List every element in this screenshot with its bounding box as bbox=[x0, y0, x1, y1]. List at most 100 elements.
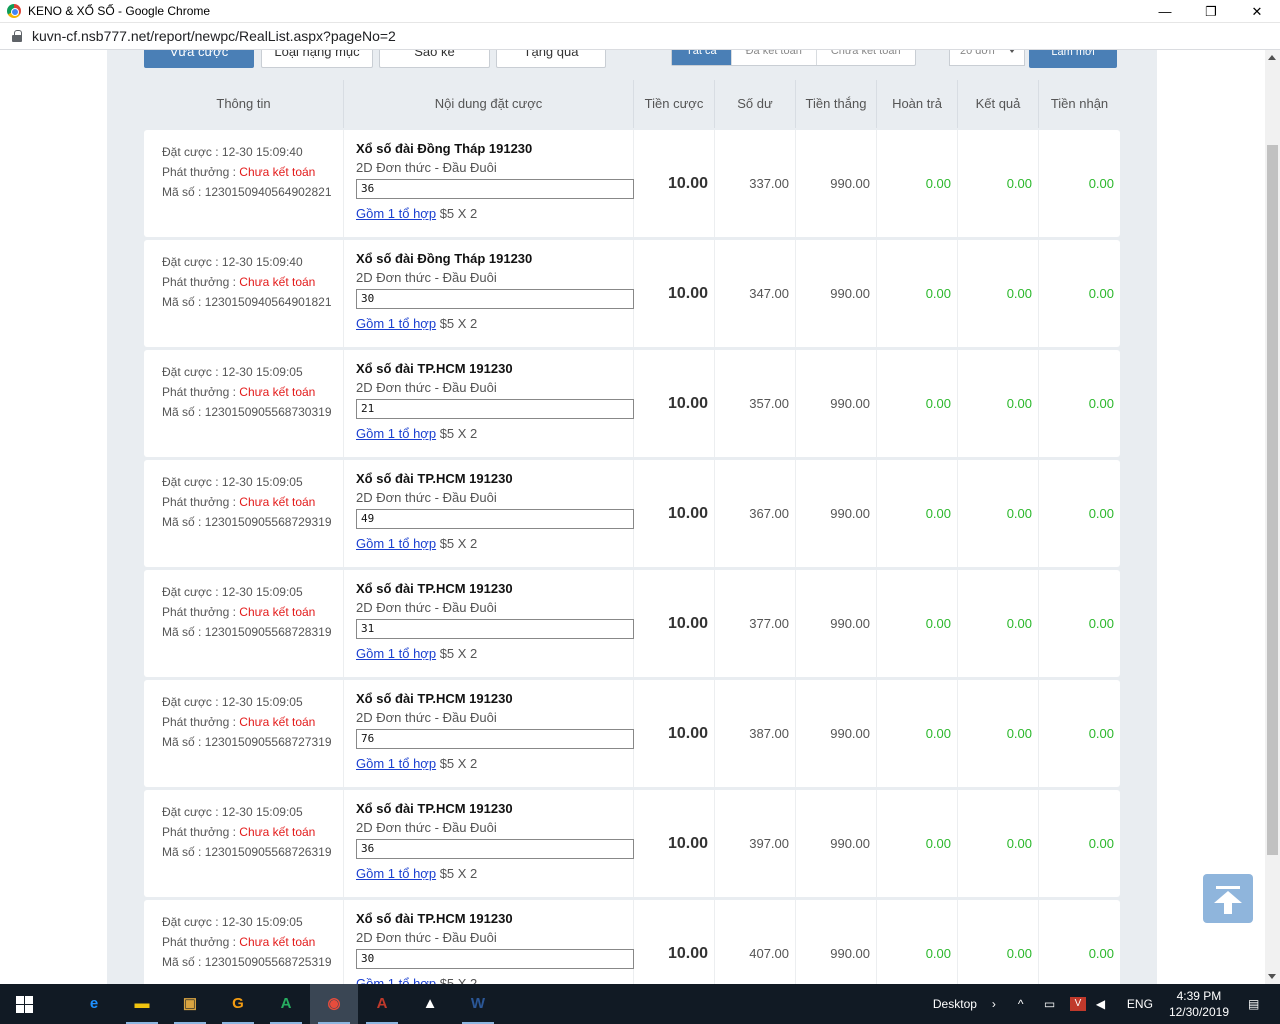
taskbar-app[interactable]: ◉ bbox=[310, 984, 358, 1024]
bet-number-box: 21 bbox=[356, 399, 634, 419]
window-title: KENO & XỔ SỐ - Google Chrome bbox=[28, 4, 211, 18]
desktop-toolbar[interactable]: Desktop bbox=[933, 997, 977, 1011]
network-icon[interactable]: ▭ bbox=[1044, 997, 1060, 1011]
win-amount: 990.00 bbox=[796, 900, 877, 984]
back-to-top-button[interactable] bbox=[1203, 874, 1253, 923]
combo-line: Gồm 1 tổ hợp $5 X 2 bbox=[356, 206, 633, 221]
statement-button[interactable]: Sao kê bbox=[379, 50, 490, 68]
bet-time: 12-30 15:09:05 bbox=[221, 695, 303, 709]
start-button[interactable] bbox=[0, 984, 48, 1024]
combo-link[interactable]: Gồm 1 tổ hợp bbox=[356, 206, 436, 221]
file-explorer-icon: ▬ bbox=[134, 995, 150, 1012]
col-content: Nội dung đặt cược bbox=[344, 80, 634, 128]
refresh-button[interactable]: Làm mới bbox=[1029, 50, 1117, 68]
payout-line: Phát thưởng : Chưa kết toán bbox=[162, 382, 343, 402]
received-amount: 0.00 bbox=[1088, 726, 1114, 741]
filter-settled[interactable]: Đã kết toán bbox=[732, 50, 817, 65]
balance: 397.00 bbox=[715, 790, 796, 897]
page-size-select[interactable]: 20 đơn bbox=[949, 50, 1025, 66]
scroll-thumb[interactable] bbox=[1267, 145, 1278, 855]
taskbar-app[interactable]: ▲ bbox=[406, 984, 454, 1024]
code-label: Mã số : bbox=[162, 955, 205, 969]
payout-label: Phát thưởng : bbox=[162, 935, 240, 949]
bet-number-box: 30 bbox=[356, 949, 634, 969]
taskbar-app[interactable]: A bbox=[358, 984, 406, 1024]
scroll-up-icon[interactable] bbox=[1268, 55, 1276, 60]
win-amount: 990.00 bbox=[796, 350, 877, 457]
combo-link[interactable]: Gồm 1 tổ hợp bbox=[356, 646, 436, 661]
show-hidden-icons[interactable]: ^ bbox=[1018, 997, 1034, 1011]
result-amount: 0.00 bbox=[958, 790, 1039, 897]
bet-code: 1230150905568725319 bbox=[204, 955, 332, 969]
bet-time-line: Đặt cược : 12-30 15:09:05 bbox=[162, 362, 343, 382]
bet-time-line: Đặt cược : 12-30 15:09:05 bbox=[162, 912, 343, 932]
lock-icon[interactable] bbox=[12, 30, 22, 42]
filter-all[interactable]: Tất cả bbox=[672, 50, 732, 65]
gift-button[interactable]: Tặng quà bbox=[496, 50, 606, 68]
notifications-icon[interactable]: ▤ bbox=[1248, 997, 1264, 1011]
col-info: Thông tin bbox=[144, 80, 344, 128]
clock-date: 12/30/2019 bbox=[1168, 1005, 1229, 1019]
payout-status: Chưa kết toán bbox=[239, 385, 316, 399]
bet-amount: 10.00 bbox=[634, 790, 715, 897]
address-bar[interactable]: kuvn-cf.nsb777.net/report/newpc/RealList… bbox=[0, 23, 1280, 50]
combo-link[interactable]: Gồm 1 tổ hợp bbox=[356, 976, 436, 984]
combo-link[interactable]: Gồm 1 tổ hợp bbox=[356, 756, 436, 771]
page-scrollbar[interactable] bbox=[1265, 50, 1280, 984]
bet-info-cell: Đặt cược : 12-30 15:09:05 Phát thưởng : … bbox=[144, 680, 344, 787]
game-title: Xổ số đài Đồng Tháp 191230 bbox=[356, 251, 533, 266]
system-tray: Desktop › ^ ▭ V ◀ ENG 4:39 PM 12/30/2019… bbox=[933, 984, 1280, 1024]
combo-line: Gồm 1 tổ hợp $5 X 2 bbox=[356, 976, 633, 984]
result-amount: 0.00 bbox=[958, 900, 1039, 984]
taskbar-app[interactable]: ▬ bbox=[118, 984, 166, 1024]
game-type: 2D Đơn thức - Đầu Đuôi bbox=[356, 490, 497, 505]
bet-time-label: Đặt cược : bbox=[162, 255, 222, 269]
payout-status: Chưa kết toán bbox=[239, 935, 316, 949]
scroll-down-icon[interactable] bbox=[1268, 974, 1276, 979]
game-type: 2D Đơn thức - Đầu Đuôi bbox=[356, 270, 497, 285]
taskbar-app[interactable]: A bbox=[262, 984, 310, 1024]
volume-icon[interactable]: ◀ bbox=[1096, 997, 1112, 1011]
win-amount: 990.00 bbox=[796, 680, 877, 787]
chevron-icon[interactable]: › bbox=[992, 997, 1008, 1011]
win-amount: 990.00 bbox=[796, 790, 877, 897]
bet-number-box: 49 bbox=[356, 509, 634, 529]
taskbar-app[interactable]: e bbox=[70, 984, 118, 1024]
col-refund: Hoàn trả bbox=[877, 80, 958, 128]
result-amount: 0.00 bbox=[958, 680, 1039, 787]
payout-label: Phát thưởng : bbox=[162, 605, 240, 619]
bet-time: 12-30 15:09:05 bbox=[221, 365, 303, 379]
category-button[interactable]: Loại hạng mục bbox=[261, 50, 373, 68]
code-label: Mã số : bbox=[162, 295, 205, 309]
taskbar-app[interactable]: W bbox=[454, 984, 502, 1024]
filter-unsettled[interactable]: Chưa kết toán bbox=[817, 50, 915, 65]
combo-link[interactable]: Gồm 1 tổ hợp bbox=[356, 316, 436, 331]
combo-link[interactable]: Gồm 1 tổ hợp bbox=[356, 866, 436, 881]
arrow-stem bbox=[1224, 902, 1232, 914]
payout-label: Phát thưởng : bbox=[162, 385, 240, 399]
combo-link[interactable]: Gồm 1 tổ hợp bbox=[356, 536, 436, 551]
taskbar-app[interactable]: ▣ bbox=[166, 984, 214, 1024]
bet-time-label: Đặt cược : bbox=[162, 805, 222, 819]
recent-bets-button[interactable]: Vừa cược bbox=[144, 50, 254, 68]
clock[interactable]: 4:39 PM 12/30/2019 bbox=[1169, 988, 1229, 1020]
balance: 387.00 bbox=[715, 680, 796, 787]
bet-info-cell: Đặt cược : 12-30 15:09:05 Phát thưởng : … bbox=[144, 790, 344, 897]
photos-viewer-icon: ▣ bbox=[182, 995, 198, 1012]
taskbar-app[interactable]: G bbox=[214, 984, 262, 1024]
minimize-button[interactable]: — bbox=[1142, 0, 1188, 23]
bet-content-cell: Xổ số đài TP.HCM 191230 2D Đơn thức - Đầ… bbox=[344, 460, 634, 567]
table-row: Đặt cược : 12-30 15:09:05 Phát thưởng : … bbox=[144, 460, 1120, 567]
antivirus-icon[interactable]: V bbox=[1069, 997, 1086, 1011]
close-button[interactable]: ✕ bbox=[1234, 0, 1280, 23]
bet-time: 12-30 15:09:05 bbox=[221, 805, 303, 819]
url-text[interactable]: kuvn-cf.nsb777.net/report/newpc/RealList… bbox=[32, 28, 396, 44]
combo-detail: $5 X 2 bbox=[436, 426, 478, 441]
restore-button[interactable]: ❐ bbox=[1188, 0, 1234, 23]
language-indicator[interactable]: ENG bbox=[1127, 997, 1153, 1011]
received-amount: 0.00 bbox=[1088, 396, 1114, 411]
game-type: 2D Đơn thức - Đầu Đuôi bbox=[356, 160, 497, 175]
game-title: Xổ số đài TP.HCM 191230 bbox=[356, 911, 513, 926]
combo-link[interactable]: Gồm 1 tổ hợp bbox=[356, 426, 436, 441]
bet-time: 12-30 15:09:40 bbox=[221, 255, 303, 269]
